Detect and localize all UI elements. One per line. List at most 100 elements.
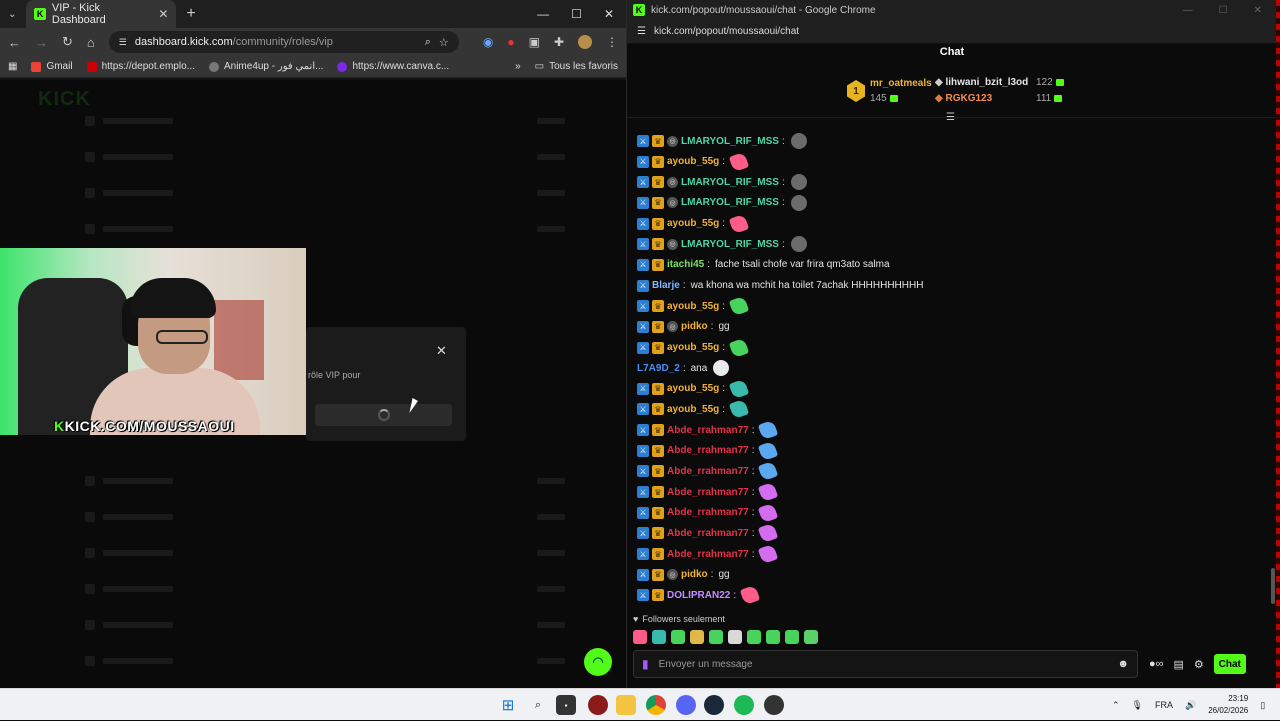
notifications-icon[interactable]: ▯	[1260, 700, 1265, 711]
bookmark-star-icon[interactable]: ☆	[439, 36, 449, 49]
users-icon[interactable]: ●∞	[1149, 658, 1164, 670]
chat-username[interactable]: ayoub_55g	[667, 156, 719, 167]
back-icon[interactable]: ←	[8, 35, 21, 50]
emote-ghost-icon[interactable]	[713, 360, 730, 377]
chat-username[interactable]: ayoub_55g	[667, 218, 719, 229]
emote-violet-icon[interactable]	[758, 523, 779, 544]
emote-pink-icon[interactable]	[739, 585, 761, 606]
emote-violet-icon[interactable]	[758, 502, 779, 523]
extensions-puzzle-icon[interactable]: ✚	[554, 35, 564, 49]
emote-wolf-icon[interactable]	[790, 133, 807, 149]
tab-vip-dashboard[interactable]: K VIP - Kick Dashboard ✕	[26, 0, 177, 28]
zoom-icon[interactable]: ⌕	[425, 36, 431, 49]
more-bookmarks-icon[interactable]: »	[515, 61, 521, 72]
new-tab-icon[interactable]: +	[186, 5, 195, 23]
all-bookmarks-folder[interactable]: ▭ Tous les favoris	[535, 61, 618, 72]
close-window-icon[interactable]: ✕	[1254, 5, 1262, 16]
chat-username[interactable]: LMARYOL_RIF_MSS	[681, 197, 779, 208]
steam-icon[interactable]	[704, 695, 724, 715]
chat-username[interactable]: Abde_rrahman77	[667, 487, 749, 498]
emote-pink-icon[interactable]	[728, 151, 750, 172]
send-chat-button[interactable]: Chat	[1213, 654, 1246, 674]
clock[interactable]: 23:19 26/02/2026	[1208, 693, 1248, 717]
emote-blue-icon[interactable]	[758, 461, 779, 482]
close-window-icon[interactable]: ✕	[604, 7, 614, 21]
terminal-icon[interactable]: ▪	[556, 695, 576, 715]
emote-blue-icon[interactable]	[758, 440, 779, 462]
chat-username[interactable]: ayoub_55g	[667, 404, 719, 415]
settings-gear-icon[interactable]: ⚙	[1194, 658, 1204, 671]
home-icon[interactable]: ⌂	[87, 35, 95, 50]
emote-bars-icon[interactable]	[652, 630, 666, 644]
emote-blue-icon[interactable]	[758, 419, 779, 441]
chat-username[interactable]: LMARYOL_RIF_MSS	[681, 136, 779, 147]
extension-box-icon[interactable]: ▣	[529, 35, 540, 49]
volume-icon[interactable]: 🔊	[1185, 700, 1196, 711]
chat-username[interactable]: Abde_rrahman77	[667, 507, 749, 518]
chat-username[interactable]: pidko	[681, 569, 708, 580]
maximize-icon[interactable]: ☐	[1219, 5, 1228, 16]
chat-username[interactable]: Abde_rrahman77	[667, 466, 749, 477]
emote-green-icon[interactable]	[728, 295, 750, 317]
emote-teal-icon[interactable]	[728, 399, 750, 420]
extension-audio-icon[interactable]: ◉	[483, 35, 493, 49]
bookmark-anime4up[interactable]: Anime4up - انمي فور...	[208, 61, 323, 72]
leader-second[interactable]: ◆ lihwani_bzit_l3od	[935, 77, 1028, 88]
maximize-icon[interactable]: ☐	[571, 7, 582, 21]
profile-avatar[interactable]	[578, 35, 592, 49]
modal-close-icon[interactable]: ✕	[436, 343, 447, 359]
leader-third[interactable]: ◆ RGKG123	[935, 93, 992, 104]
chrome-icon[interactable]	[646, 695, 666, 715]
site-info-icon[interactable]: ☰	[637, 26, 646, 37]
spotify-icon[interactable]	[734, 695, 754, 715]
chat-username[interactable]: Blarje	[652, 280, 680, 291]
emote-violet-icon[interactable]	[758, 481, 779, 503]
chat-username[interactable]: Abde_rrahman77	[667, 549, 749, 560]
emote-green-icon[interactable]	[728, 337, 750, 358]
forward-icon[interactable]: →	[35, 35, 48, 50]
search-icon[interactable]: ⌕	[528, 695, 548, 715]
file-explorer-icon[interactable]	[616, 695, 636, 715]
chat-username[interactable]: LMARYOL_RIF_MSS	[681, 177, 779, 188]
emote-teal-icon[interactable]	[728, 378, 750, 400]
support-chat-button[interactable]: ◠	[584, 648, 612, 676]
discord-icon[interactable]	[676, 695, 696, 715]
emote-green-3-icon[interactable]	[747, 630, 761, 644]
windows-start-icon[interactable]: ⊞	[498, 695, 518, 715]
emote-skull-icon[interactable]	[728, 630, 742, 644]
chat-username[interactable]: Abde_rrahman77	[667, 425, 749, 436]
popout-address-bar[interactable]: ☰ kick.com/popout/moussaoui/chat	[627, 20, 1280, 44]
emote-green-2-icon[interactable]	[709, 630, 723, 644]
minimize-icon[interactable]: —	[1183, 5, 1193, 16]
chat-username[interactable]: Abde_rrahman77	[667, 445, 749, 456]
chat-username[interactable]: DOLIPRAN22	[667, 590, 730, 601]
emote-face-icon[interactable]	[690, 630, 704, 644]
address-bar[interactable]: ☰ dashboard.kick.com/community/roles/vip…	[108, 31, 459, 53]
emote-violet-icon[interactable]	[758, 543, 779, 565]
emote-pink-icon[interactable]	[633, 630, 647, 644]
store-icon[interactable]: ▤	[1174, 658, 1184, 671]
chat-message-list[interactable]: ⚔ ♛ ◎ LMARYOL_RIF_MSS: ⚔ ♛ ayoub_55g: ⚔ ♛ ◎ LMARYO…	[637, 120, 1257, 610]
tray-chevron-icon[interactable]: ⌃	[1112, 700, 1120, 711]
chat-username[interactable]: ayoub_55g	[667, 383, 719, 394]
leader-first-name[interactable]: mr_oatmeals	[870, 78, 932, 89]
reload-icon[interactable]: ↻	[62, 34, 73, 50]
emote-wolf-icon[interactable]	[790, 236, 807, 253]
obs-icon[interactable]	[764, 695, 784, 715]
chat-username[interactable]: ayoub_55g	[667, 342, 719, 353]
emote-green-1-icon[interactable]	[671, 630, 685, 644]
chat-input[interactable]: ▮ Envoyer un message ☻	[633, 650, 1138, 678]
emote-green-6-icon[interactable]	[804, 630, 818, 644]
emote-wolf-icon[interactable]	[790, 174, 807, 191]
apps-grid-icon[interactable]: ▦	[8, 61, 17, 72]
tab-close-icon[interactable]: ✕	[158, 7, 168, 21]
site-info-icon[interactable]: ☰	[119, 37, 127, 48]
menu-dots-icon[interactable]: ⋮	[606, 35, 618, 49]
chat-scrollbar[interactable]	[1271, 120, 1275, 610]
chat-username[interactable]: L7A9D_2	[637, 363, 680, 374]
red-app-icon[interactable]	[588, 695, 608, 715]
emote-wolf-icon[interactable]	[790, 194, 807, 211]
extension-red-icon[interactable]: ●	[507, 35, 514, 49]
emote-green-5-icon[interactable]	[785, 630, 799, 644]
microphone-icon[interactable]: ▮	[642, 657, 649, 671]
